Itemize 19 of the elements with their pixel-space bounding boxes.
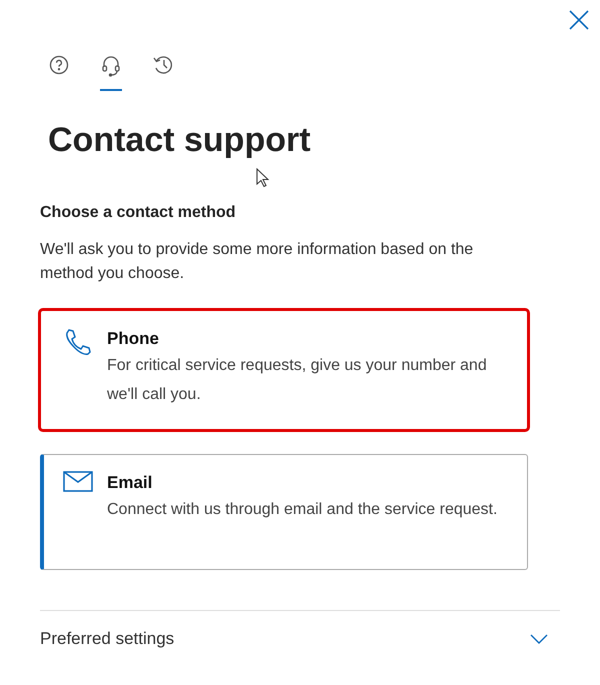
section-description: We'll ask you to provide some more information based on the method you choose. <box>40 240 474 284</box>
contact-method-card[interactable]: Email Connect with us through email and the service request. <box>40 454 528 570</box>
method-description: For critical service requests, give us your number and we'll call you. <box>107 356 488 405</box>
contact-method-card[interactable]: Phone For critical service requests, give us your number and we'll call you. <box>40 310 528 430</box>
method-description: Connect with us through email and the service request. <box>107 500 498 520</box>
close-button[interactable] <box>568 9 590 31</box>
chevron-icon <box>530 634 548 644</box>
method-title: Email <box>107 473 154 493</box>
mouse-cursor-icon <box>256 168 270 188</box>
mail-icon <box>63 471 93 493</box>
preferred-settings-toggle[interactable]: Preferred settings <box>40 611 560 667</box>
phone-icon <box>63 327 93 357</box>
help-icon <box>49 55 69 75</box>
panel-title: Contact support <box>48 121 312 160</box>
history-icon <box>152 55 174 75</box>
headset-icon <box>101 55 121 77</box>
tab[interactable] <box>100 55 122 91</box>
section-heading: Choose a contact method <box>40 204 237 222</box>
method-title: Phone <box>107 329 160 349</box>
